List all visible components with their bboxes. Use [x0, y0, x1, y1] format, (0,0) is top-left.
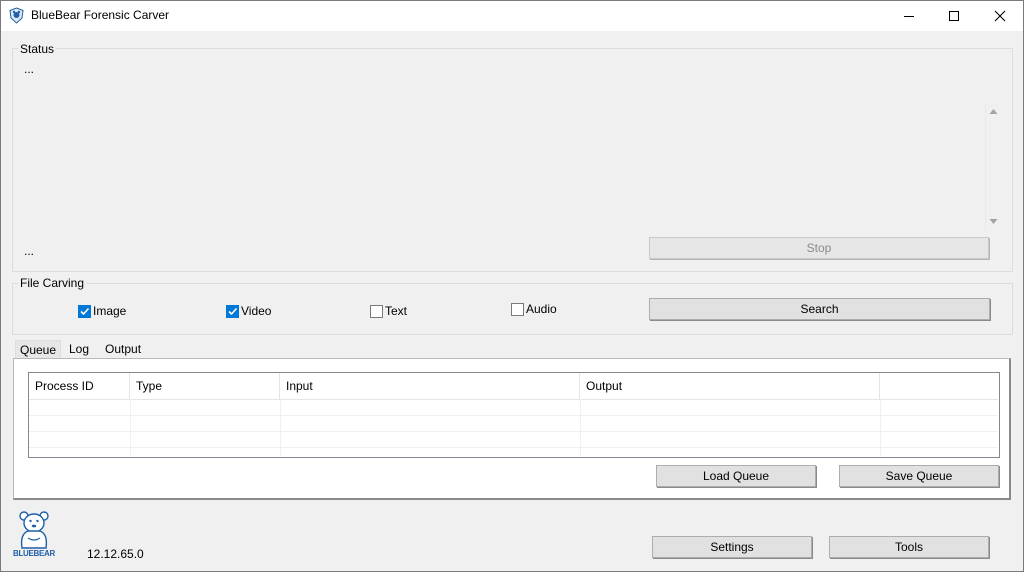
- audio-checkbox[interactable]: Audio: [511, 302, 557, 316]
- save-queue-button[interactable]: Save Queue: [839, 465, 999, 487]
- column-header-type[interactable]: Type: [130, 373, 280, 399]
- grid-line: [29, 415, 998, 416]
- status-scrollbar[interactable]: [985, 103, 1001, 230]
- grid-line: [29, 431, 998, 432]
- status-line-top: ...: [24, 62, 35, 76]
- bluebear-app-icon: [8, 7, 25, 24]
- video-checkbox-label: Video: [241, 304, 272, 318]
- tab-output[interactable]: Output: [101, 340, 145, 358]
- column-header-input[interactable]: Input: [280, 373, 580, 399]
- image-checkbox-label: Image: [93, 304, 127, 318]
- image-checkbox[interactable]: Image: [78, 304, 126, 318]
- grid-line: [280, 399, 281, 456]
- close-button[interactable]: [977, 0, 1023, 31]
- queue-table[interactable]: Process ID Type Input Output: [28, 372, 1000, 458]
- stop-button[interactable]: Stop: [649, 237, 989, 259]
- column-header-filler: [880, 373, 999, 399]
- tools-button[interactable]: Tools: [829, 536, 989, 558]
- grid-line: [130, 399, 131, 456]
- tab-queue[interactable]: Queue: [15, 340, 62, 359]
- settings-button[interactable]: Settings: [652, 536, 812, 558]
- column-header-output[interactable]: Output: [580, 373, 880, 399]
- scroll-down-arrow-icon[interactable]: [989, 218, 998, 226]
- text-checkbox[interactable]: Text: [370, 304, 407, 318]
- grid-line: [580, 399, 581, 456]
- bear-logo-icon: [19, 511, 49, 549]
- checkbox-unchecked-icon[interactable]: [370, 304, 383, 318]
- minimize-icon: [904, 15, 914, 17]
- search-button[interactable]: Search: [649, 298, 990, 320]
- audio-checkbox-label: Audio: [526, 302, 557, 316]
- load-queue-button[interactable]: Load Queue: [656, 465, 816, 487]
- status-line-bottom: ...: [24, 244, 35, 258]
- logo-wordmark: BLUEBEAR: [12, 549, 56, 558]
- header-divider: [29, 399, 998, 400]
- scroll-up-arrow-icon[interactable]: [989, 107, 998, 115]
- minimize-button[interactable]: [886, 0, 932, 31]
- title-bar[interactable]: BlueBear Forensic Carver: [0, 0, 1024, 31]
- grid-line: [29, 447, 998, 448]
- checkbox-checked-icon[interactable]: [226, 304, 239, 318]
- video-checkbox[interactable]: Video: [226, 304, 271, 318]
- window-title: BlueBear Forensic Carver: [31, 8, 170, 22]
- column-header-process-id[interactable]: Process ID: [29, 373, 130, 399]
- file-carving-legend: File Carving: [18, 276, 87, 290]
- checkbox-checked-icon[interactable]: [78, 304, 91, 318]
- tab-log[interactable]: Log: [65, 340, 93, 358]
- maximize-button[interactable]: [931, 0, 977, 31]
- maximize-icon: [949, 10, 959, 21]
- grid-line: [880, 399, 881, 456]
- close-icon: [994, 10, 1006, 21]
- status-legend: Status: [18, 42, 57, 56]
- text-checkbox-label: Text: [385, 304, 408, 318]
- version-label: 12.12.65.0: [87, 547, 144, 561]
- bluebear-logo: BLUEBEAR: [12, 508, 56, 560]
- checkbox-unchecked-icon[interactable]: [511, 302, 524, 316]
